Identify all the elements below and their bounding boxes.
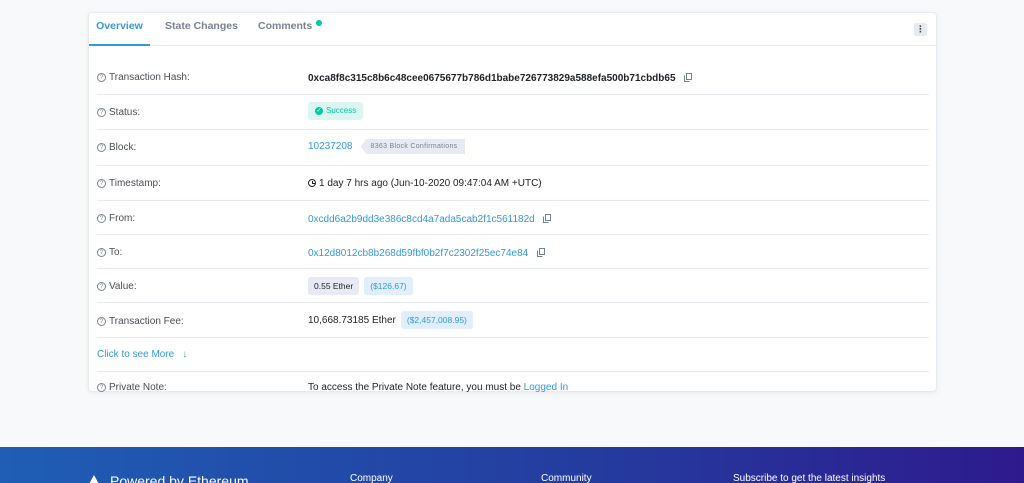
fee-usd-badge: ($2,457,008.95) <box>400 311 473 329</box>
from-address-link[interactable]: 0xcdd6a2b9dd3e386c8cd4a7ada5cab2f1c56118… <box>308 214 535 225</box>
row-to: ? To: 0x12d8012cb8b268d59fbf0b2f7c2302f25… <box>97 235 929 269</box>
from-label: ? From: <box>97 213 135 224</box>
arrow-down-icon: ↓ <box>182 349 188 360</box>
tab-bar: Overview State Changes Comments ⋮ <box>89 13 936 46</box>
row-transaction-fee: ? Transaction Fee: 10,668.73185 Ether ($2,… <box>97 303 929 338</box>
ethereum-logo-icon <box>88 475 100 483</box>
timestamp-label: ? Timestamp: <box>97 178 161 189</box>
row-from: ? From: 0xcdd6a2b9dd3e386c8cd4a7ada5cab2f… <box>97 201 929 235</box>
transaction-hash-text: 0xca8f8c315c8b6c48cee0675677b786d1babe72… <box>308 73 676 84</box>
footer: Powered by Ethereum Company Community Su… <box>0 447 1024 483</box>
to-value: 0x12d8012cb8b268d59fbf0b2f7c2302f25ec74e… <box>308 247 545 259</box>
help-icon[interactable]: ? <box>97 248 106 257</box>
private-note-text: To access the Private Note feature, you … <box>308 382 521 393</box>
row-transaction-hash: ? Transaction Hash: 0xca8f8c315c8b6c48cee… <box>97 59 929 95</box>
copy-icon[interactable] <box>684 73 693 82</box>
row-block: ? Block: 10237208 8363 Block Confirmations <box>97 130 929 166</box>
clock-icon <box>308 179 316 187</box>
help-icon[interactable]: ? <box>97 73 106 82</box>
block-number-link[interactable]: 10237208 <box>308 141 353 152</box>
footer-brand: Powered by Ethereum <box>88 473 249 483</box>
tab-state-changes[interactable]: State Changes <box>165 13 238 46</box>
footer-company-heading: Company <box>350 473 393 483</box>
help-icon[interactable]: ? <box>97 214 106 223</box>
row-value: ? Value: 0.55 Ether ($126.67) <box>97 269 929 303</box>
value-usd-badge: ($126.67) <box>364 277 413 295</box>
fee-ether-text: 10,668.73185 Ether <box>308 315 396 326</box>
help-icon[interactable]: ? <box>97 282 106 291</box>
private-note-value: To access the Private Note feature, you … <box>308 382 568 393</box>
to-label: ? To: <box>97 247 122 258</box>
timestamp-value: 1 day 7 hrs ago (Jun-10-2020 09:47:04 AM… <box>308 178 542 189</box>
block-value: 10237208 8363 Block Confirmations <box>308 139 466 155</box>
status-value: ✓ Success <box>308 102 364 120</box>
status-badge: ✓ Success <box>308 102 364 120</box>
new-comments-dot-icon <box>316 20 323 26</box>
transaction-hash-label: ? Transaction Hash: <box>97 72 190 83</box>
check-circle-icon: ✓ <box>315 107 323 115</box>
help-icon[interactable]: ? <box>97 317 106 326</box>
logged-in-link[interactable]: Logged In <box>524 382 569 393</box>
from-value: 0xcdd6a2b9dd3e386c8cd4a7ada5cab2f1c56118… <box>308 213 552 225</box>
row-timestamp: ? Timestamp: 1 day 7 hrs ago (Jun-10-2020… <box>97 166 929 201</box>
tab-overview[interactable]: Overview <box>89 13 150 46</box>
help-icon[interactable]: ? <box>97 108 106 117</box>
footer-community-heading: Community <box>541 473 592 483</box>
tab-comments-label: Comments <box>258 20 313 32</box>
tab-comments[interactable]: Comments <box>258 13 323 46</box>
help-icon[interactable]: ? <box>97 179 106 188</box>
more-options-button[interactable]: ⋮ <box>914 23 927 36</box>
transaction-details-card: Overview State Changes Comments ⋮ ? Trans… <box>88 12 937 393</box>
private-note-label: ? Private Note: <box>97 382 167 393</box>
value-amount: 0.55 Ether ($126.67) <box>308 277 413 295</box>
block-label: ? Block: <box>97 142 136 153</box>
transaction-fee-label: ? Transaction Fee: <box>97 316 184 327</box>
row-see-more: Click to see More ↓ <box>97 338 929 372</box>
row-status: ? Status: ✓ Success <box>97 95 929 130</box>
copy-icon[interactable] <box>543 214 552 223</box>
copy-icon[interactable] <box>537 248 545 257</box>
value-ether-badge: 0.55 Ether <box>308 277 360 295</box>
footer-subscribe-heading: Subscribe to get the latest insights <box>733 473 886 483</box>
transaction-fee-amount: 10,668.73185 Ether ($2,457,008.95) <box>308 311 473 329</box>
help-icon[interactable]: ? <box>97 383 106 392</box>
value-label: ? Value: <box>97 281 137 292</box>
transaction-hash-value: 0xca8f8c315c8b6c48cee0675677b786d1babe72… <box>308 72 693 84</box>
status-label: ? Status: <box>97 107 140 118</box>
to-address-link[interactable]: 0x12d8012cb8b268d59fbf0b2f7c2302f25ec74e… <box>308 248 528 259</box>
see-more-link[interactable]: Click to see More ↓ <box>97 349 187 360</box>
help-icon[interactable]: ? <box>97 143 106 152</box>
block-confirmations-badge: 8363 Block Confirmations <box>360 139 466 154</box>
row-private-note: ? Private Note: To access the Private Not… <box>97 372 929 402</box>
